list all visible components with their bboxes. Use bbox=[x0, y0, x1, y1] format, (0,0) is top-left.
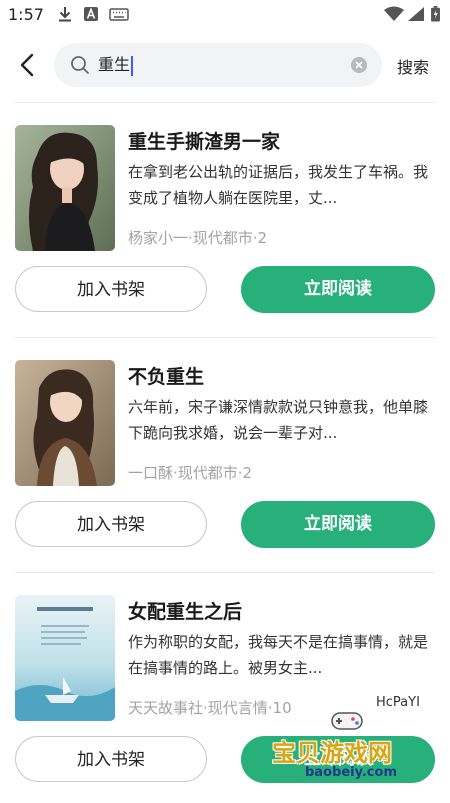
book-description: 在拿到老公出轨的证据后，我发生了车祸。我变成了植物人躺在医院里，丈... bbox=[128, 163, 428, 207]
book-meta: 一口酥·现代都市·2 bbox=[128, 464, 253, 482]
back-button[interactable] bbox=[14, 50, 42, 80]
book-cover[interactable] bbox=[15, 595, 115, 721]
book-title[interactable]: 女配重生之后 bbox=[128, 597, 242, 624]
book-card[interactable]: 重生手撕渣男一家 在拿到老公出轨的证据后，我发生了车祸。我变成了植物人躺在医院里… bbox=[0, 103, 450, 333]
add-to-shelf-button[interactable]: 加入书架 bbox=[15, 266, 207, 312]
book-description: 作为称职的女配，我每天不是在搞事情，就是在搞事情的路上。被男女主... bbox=[128, 633, 428, 677]
add-to-shelf-button[interactable]: 加入书架 bbox=[15, 501, 207, 547]
book-meta: 杨家小一·现代都市·2 bbox=[128, 229, 268, 247]
status-bar: 1:57 bbox=[0, 0, 450, 30]
watermark-site: 宝贝游戏网 bbox=[272, 739, 392, 767]
search-input[interactable]: 重生 bbox=[98, 43, 134, 87]
book-description: 六年前，宋子谦深情款款说只钟意我，他单膝下跪向我求婚，说会一辈子对... bbox=[128, 398, 428, 442]
book-title[interactable]: 重生手撕渣男一家 bbox=[128, 127, 280, 154]
keyboard-icon bbox=[109, 8, 129, 21]
app-a-icon bbox=[84, 7, 98, 21]
gamepad-icon bbox=[331, 712, 363, 730]
book-card[interactable]: 不负重生 六年前，宋子谦深情款款说只钟意我，他单膝下跪向我求婚，说会一辈子对..… bbox=[0, 338, 450, 568]
search-box[interactable]: 重生 bbox=[54, 43, 382, 87]
status-time: 1:57 bbox=[8, 5, 44, 24]
book-title[interactable]: 不负重生 bbox=[128, 362, 204, 389]
search-button[interactable]: 搜索 bbox=[397, 54, 429, 78]
watermark-user: HcPaYI bbox=[376, 695, 420, 710]
download-icon bbox=[59, 7, 71, 22]
read-now-button[interactable]: 立即阅读 bbox=[241, 501, 435, 548]
book-meta: 天天故事社·现代言情·10 bbox=[128, 699, 292, 717]
battery-icon bbox=[431, 6, 440, 22]
wifi-icon bbox=[384, 6, 404, 21]
search-query: 重生 bbox=[98, 55, 131, 74]
clear-icon[interactable] bbox=[350, 56, 368, 74]
text-caret bbox=[131, 55, 134, 76]
add-to-shelf-button[interactable]: 加入书架 bbox=[15, 736, 207, 782]
watermark-domain: baobeiy.com bbox=[305, 765, 397, 780]
book-cover[interactable] bbox=[15, 360, 115, 486]
book-cover[interactable] bbox=[15, 125, 115, 251]
signal-icon bbox=[408, 7, 424, 21]
search-icon bbox=[71, 56, 89, 74]
read-now-button[interactable]: 立即阅读 bbox=[241, 266, 435, 313]
